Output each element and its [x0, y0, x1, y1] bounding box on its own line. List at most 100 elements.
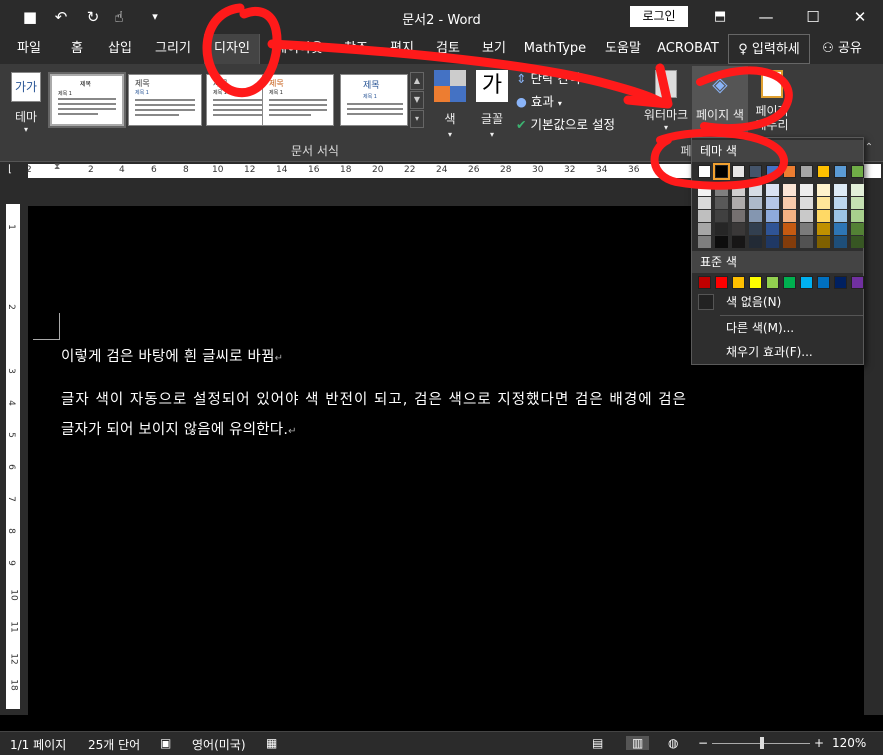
no-color-option[interactable]: 색 없음(N)	[726, 293, 781, 311]
touch-mode-icon[interactable]: ☝	[108, 7, 130, 27]
tell-me-box[interactable]: ♀ 입력하세	[728, 34, 810, 64]
share-button[interactable]: ⚇ 공유	[812, 34, 872, 64]
login-button[interactable]: 로그인	[630, 6, 688, 27]
language[interactable]: 영어(미국)	[192, 736, 246, 753]
indent-marker-icon[interactable]: ⧗	[54, 162, 60, 172]
doc-paragraph-2-line-2[interactable]: 글자가 되어 보이지 않음에 유의한다.↵	[61, 420, 297, 442]
tab-selector-icon[interactable]: ⌊	[8, 164, 12, 175]
tab-help[interactable]: 도움말	[598, 34, 648, 64]
color-swatch[interactable]	[732, 276, 745, 289]
tab-file[interactable]: 파일	[10, 34, 48, 64]
read-mode-icon[interactable]: ▤	[592, 736, 603, 750]
tab-insert[interactable]: 삽입	[100, 34, 140, 64]
color-swatch[interactable]	[749, 236, 762, 248]
gallery-scroll-up[interactable]: ▲	[410, 72, 424, 90]
tab-references[interactable]: 참조	[336, 34, 376, 64]
color-swatch[interactable]	[715, 210, 728, 222]
color-swatch[interactable]	[817, 223, 830, 235]
style-set-1[interactable]: 제목 제목 1	[48, 72, 126, 128]
gallery-more-button[interactable]: ▾	[410, 110, 424, 128]
redo-icon[interactable]: ↻	[82, 7, 104, 27]
color-swatch[interactable]	[698, 197, 711, 209]
color-swatch[interactable]	[817, 197, 830, 209]
color-swatch[interactable]	[800, 165, 813, 178]
tab-view[interactable]: 보기	[474, 34, 514, 64]
tab-review[interactable]: 검토	[428, 34, 468, 64]
color-swatch[interactable]	[817, 210, 830, 222]
vertical-scrollbar[interactable]	[864, 180, 883, 715]
minimize-button[interactable]: —	[746, 4, 786, 30]
color-swatch[interactable]	[800, 236, 813, 248]
color-swatch[interactable]	[732, 210, 745, 222]
color-swatch[interactable]	[783, 223, 796, 235]
color-swatch[interactable]	[783, 197, 796, 209]
tab-mathtype[interactable]: MathType	[520, 34, 590, 64]
color-swatch[interactable]	[834, 276, 847, 289]
color-swatch[interactable]	[715, 223, 728, 235]
qat-more-icon[interactable]: ▾	[144, 7, 166, 27]
more-colors-option[interactable]: 다른 색(M)...	[726, 319, 794, 337]
set-default-button[interactable]: ✔ 기본값으로 설정	[516, 116, 615, 134]
save-icon[interactable]: ■	[19, 7, 41, 27]
ribbon-display-icon[interactable]: ⬒	[700, 4, 740, 30]
color-swatch[interactable]	[834, 210, 847, 222]
color-swatch[interactable]	[834, 223, 847, 235]
color-swatch[interactable]	[851, 210, 864, 222]
color-swatch[interactable]	[698, 223, 711, 235]
watermark-button[interactable]: 워터마크 ▾	[642, 70, 690, 132]
color-swatch[interactable]	[766, 276, 779, 289]
color-swatch[interactable]	[800, 184, 813, 196]
proofing-icon[interactable]: ▣	[160, 736, 171, 750]
tab-draw[interactable]: 그리기	[148, 34, 198, 64]
word-count[interactable]: 25개 단어	[88, 736, 140, 753]
color-swatch[interactable]	[749, 165, 762, 178]
color-swatch[interactable]	[800, 276, 813, 289]
color-swatch[interactable]	[817, 184, 830, 196]
page-color-button[interactable]: ◈ 페이지 색 ▾	[692, 66, 748, 136]
color-swatch[interactable]	[698, 184, 711, 196]
color-swatch[interactable]	[749, 210, 762, 222]
colors-button[interactable]: 색 ▾	[432, 70, 468, 139]
page-count[interactable]: 1/1 페이지	[10, 736, 66, 753]
gallery-scroll-down[interactable]: ▼	[410, 91, 424, 109]
zoom-out-button[interactable]: −	[698, 736, 708, 750]
color-swatch[interactable]	[766, 197, 779, 209]
color-swatch[interactable]	[698, 165, 711, 178]
accessibility-icon[interactable]: ▦	[266, 736, 277, 750]
undo-icon[interactable]: ↶	[50, 7, 72, 27]
color-swatch[interactable]	[766, 184, 779, 196]
color-swatch[interactable]	[783, 210, 796, 222]
color-swatch[interactable]	[783, 184, 796, 196]
color-swatch[interactable]	[851, 236, 864, 248]
style-set-4[interactable]: 제목 제목 1	[262, 74, 334, 126]
fill-effects-option[interactable]: 채우기 효과(F)...	[726, 343, 813, 361]
tab-acrobat[interactable]: ACROBAT	[656, 34, 720, 64]
color-swatch[interactable]	[749, 276, 762, 289]
color-swatch[interactable]	[783, 236, 796, 248]
color-swatch[interactable]	[800, 197, 813, 209]
doc-paragraph-1[interactable]: 이렇게 검은 바탕에 흰 글씨로 바뀜↵	[61, 347, 283, 369]
color-swatch[interactable]	[749, 197, 762, 209]
vertical-ruler[interactable]: 1 2 3 4 5 6 7 8 9 10 11 12 18	[0, 180, 28, 715]
page-borders-button[interactable]: 페이지 테두리	[752, 70, 792, 132]
color-swatch[interactable]	[851, 276, 864, 289]
color-swatch[interactable]	[851, 197, 864, 209]
close-button[interactable]: ✕	[840, 4, 880, 30]
color-swatch[interactable]	[715, 197, 728, 209]
zoom-slider-thumb[interactable]	[760, 737, 764, 749]
color-swatch[interactable]	[851, 165, 864, 178]
color-swatch[interactable]	[715, 236, 728, 248]
color-swatch[interactable]	[713, 163, 730, 180]
color-swatch[interactable]	[698, 236, 711, 248]
color-swatch[interactable]	[834, 165, 847, 178]
color-swatch[interactable]	[783, 165, 796, 178]
color-swatch[interactable]	[732, 223, 745, 235]
style-set-5[interactable]: 제목 제목 1	[340, 74, 408, 126]
web-layout-icon[interactable]: ◍	[668, 736, 678, 750]
zoom-level[interactable]: 120%	[832, 736, 866, 750]
color-swatch[interactable]	[732, 184, 745, 196]
color-swatch[interactable]	[732, 197, 745, 209]
doc-paragraph-2-line-1[interactable]: 글자 색이 자동으로 설정되어 있어야 색 반전이 되고, 검은 색으로 지정했…	[61, 390, 687, 410]
effects-button[interactable]: ● 효과 ▾	[516, 93, 562, 111]
color-swatch[interactable]	[800, 210, 813, 222]
